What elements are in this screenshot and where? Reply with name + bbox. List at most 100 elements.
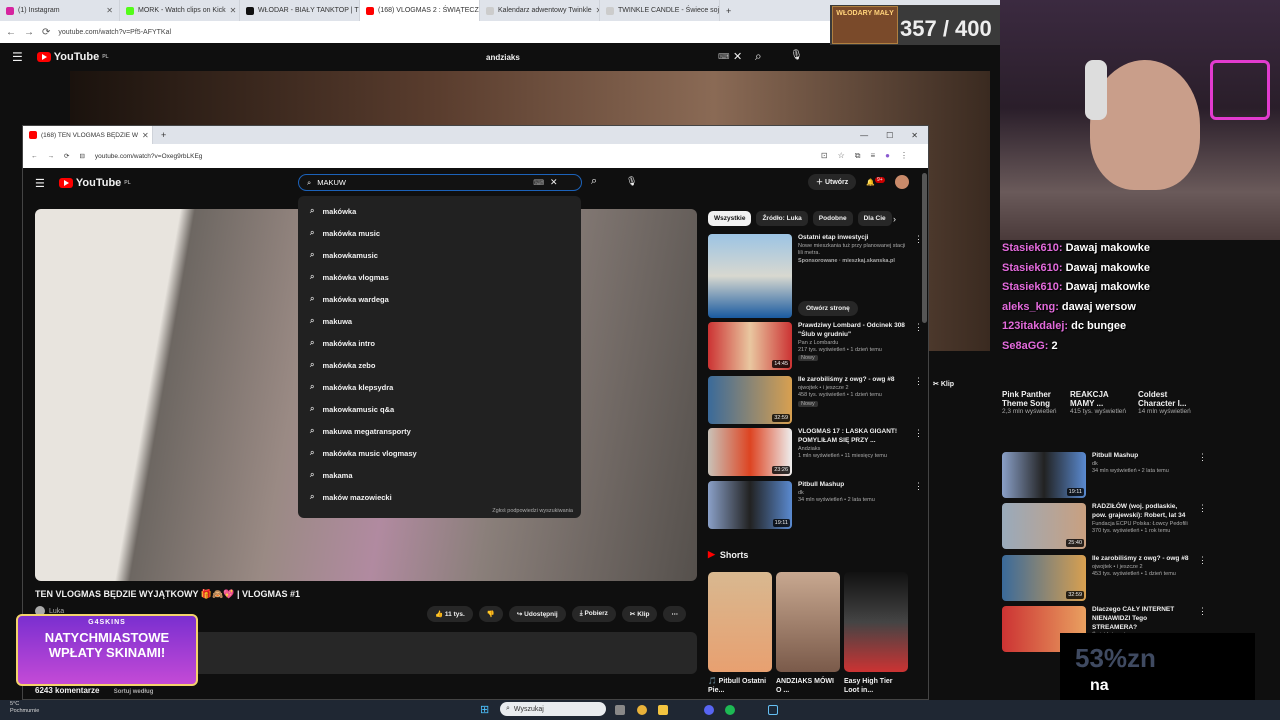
extensions-icon[interactable]: ⧉ (855, 151, 861, 161)
short-title[interactable]: ANDZIAKS MÓWI O ... (776, 677, 836, 695)
chips-next-icon[interactable]: › (893, 214, 896, 224)
new-tab-icon[interactable]: + (153, 130, 166, 140)
suggestion-item[interactable]: ⌕ makówka vlogmas (298, 266, 581, 288)
more-icon[interactable]: ⋮ (914, 481, 923, 529)
spotify-icon[interactable] (725, 705, 735, 715)
recommended-video[interactable]: 25:40 RADZIŁÓW (woj. podlaskie, pow. graj… (1002, 503, 1207, 549)
avatar[interactable] (894, 175, 909, 189)
close-window-icon[interactable]: ✕ (911, 131, 918, 140)
recommended-video[interactable]: 32:59 Ile zarobiliśmy z owg? - owg #8 ojwo… (708, 376, 923, 424)
video-title[interactable]: Pink Panther Theme Song (1002, 390, 1060, 408)
video-card[interactable]: REAKCJA MAMY ... 415 tys. wyświetleń (1070, 390, 1128, 415)
site-info-icon[interactable]: ⊟ (79, 152, 84, 160)
channel-name[interactable]: dk (798, 490, 875, 497)
discord-icon[interactable] (704, 705, 714, 715)
suggestion-item[interactable]: ⌕ makuwa (298, 310, 581, 332)
video-title[interactable]: RADZIŁÓW (woj. podlaskie, pow. grajewski… (1092, 503, 1192, 521)
new-tab-icon[interactable]: + (720, 6, 731, 16)
channel-name[interactable]: ojwojtek • i jeszcze 2 (798, 385, 894, 392)
menu-icon[interactable]: ☰ (12, 50, 23, 64)
more-icon[interactable]: ⋮ (1198, 555, 1207, 601)
mic-icon[interactable]: 🎙 (790, 50, 803, 61)
forward-icon[interactable]: → (24, 27, 34, 38)
suggestion-item[interactable]: ⌕ makama (298, 464, 581, 486)
channel-name[interactable]: dk (1092, 461, 1169, 468)
suggestion-item[interactable]: ⌕ makówka music vlogmasy (298, 442, 581, 464)
recommended-video[interactable]: 23:26 VLOGMAS 17 : LASKA GIGANT! POMYLIŁA… (708, 428, 923, 476)
more-icon[interactable]: ⋮ (914, 428, 923, 476)
mic-icon[interactable]: 🎙 (626, 176, 637, 187)
more-icon[interactable]: ⋮ (914, 376, 923, 424)
recommended-video[interactable]: 19:11 Pitbull Mashup dk 34 mln wyświetleń •… (1002, 452, 1207, 498)
outer-tab[interactable]: TWINKLE CANDLE - Świece soj✕ (600, 0, 720, 21)
youtube-logo[interactable]: YouTube PL (36, 51, 109, 63)
search-icon[interactable]: ⌕ (755, 49, 762, 64)
video-thumbnail[interactable]: 14:45 (708, 322, 792, 370)
suggestion-item[interactable]: ⌕ makówka (298, 200, 581, 222)
inner-tab[interactable]: (168) TEN VLOGMAS BĘDZIE W ✕ (23, 126, 153, 144)
channel-name[interactable]: Pan z Lombardu (798, 340, 908, 347)
video-title[interactable]: Pitbull Mashup (798, 481, 875, 490)
suggestion-item[interactable]: ⌕ maków mazowiecki (298, 486, 581, 508)
create-button[interactable]: ＋ Utwórz (808, 174, 857, 190)
steam-icon[interactable] (768, 705, 778, 715)
keyboard-icon[interactable]: ⌨ (533, 178, 544, 187)
profile-icon[interactable]: ● (885, 151, 890, 161)
start-icon[interactable]: ⊞ (480, 703, 489, 716)
reload-icon[interactable]: ⟳ (42, 27, 50, 38)
close-tab-icon[interactable]: ✕ (230, 6, 237, 15)
outer-search-input[interactable]: andziaks (476, 48, 746, 66)
explorer-icon[interactable] (658, 705, 668, 715)
more-icon[interactable]: ⋮ (1198, 503, 1207, 549)
suggestion-item[interactable]: ⌕ makówka zebo (298, 354, 581, 376)
channel-name[interactable]: Andziaks (798, 446, 908, 453)
more-actions-icon[interactable]: ⋯ (663, 606, 686, 622)
search-button-icon[interactable]: ⌕ (591, 175, 597, 188)
recommended-video[interactable]: 14:45 Prawdziwy Lombard - Odcinek 308 "Śl… (708, 322, 923, 370)
dislike-button[interactable]: 👎 (478, 606, 503, 622)
suggestion-item[interactable]: ⌕ makowkamusic (298, 244, 581, 266)
ad-thumbnail[interactable] (708, 234, 792, 318)
video-thumbnail[interactable]: 19:11 (1002, 452, 1086, 498)
ad-cta-button[interactable]: Otwórz stronę (798, 301, 858, 316)
more-icon[interactable]: ⋮ (1198, 452, 1207, 498)
video-thumbnail[interactable]: 23:26 (708, 428, 792, 476)
taskbar-search[interactable]: ⌕ Wyszukaj (500, 702, 606, 716)
media-icon[interactable]: ≡ (870, 151, 875, 161)
close-tab-icon[interactable]: ✕ (106, 6, 113, 15)
outer-tab[interactable]: Kalendarz adwentowy Twinkle✕ (480, 0, 600, 21)
outer-tab[interactable]: WŁODAR - BIAŁY TANKTOP | T✕ (240, 0, 360, 21)
suggestion-item[interactable]: ⌕ makowkamusic q&a (298, 398, 581, 420)
share-button[interactable]: ↪ Udostępnij (508, 606, 566, 622)
maximize-icon[interactable]: ☐ (886, 131, 893, 140)
more-icon[interactable]: ⋮ (900, 151, 908, 161)
close-tab-icon[interactable]: ✕ (142, 131, 149, 140)
ad-title[interactable]: Ostatni etap inwestycji (798, 234, 908, 243)
channel-name[interactable]: ojwojtek • i jeszcze 2 (1092, 564, 1188, 571)
video-title[interactable]: REAKCJA MAMY ... (1070, 390, 1128, 408)
sort-button[interactable]: Sortuj według (114, 689, 154, 695)
inner-search-box[interactable]: ⌕ ⌨ ✕ (298, 174, 582, 191)
outer-clip-button[interactable]: ✂ Klip (933, 380, 954, 388)
suggestion-item[interactable]: ⌕ makówka intro (298, 332, 581, 354)
suggestion-item[interactable]: ⌕ makówka music (298, 222, 581, 244)
recommended-video[interactable]: 32:59 Ile zarobiliśmy z owg? - owg #8 ojwo… (1002, 555, 1207, 601)
filter-chip[interactable]: Dla Cie (857, 211, 892, 226)
scrollbar[interactable] (922, 173, 927, 323)
outer-tab[interactable]: (1) Instagram ✕ (0, 0, 120, 21)
channel-name[interactable]: Fundacja ECPU Polska: Łowcy Pedofili (1092, 521, 1192, 528)
outer-tab[interactable]: MORK - Watch clips on Kick ✕ (120, 0, 240, 21)
suggestion-item[interactable]: ⌕ makówka klepsydra (298, 376, 581, 398)
keyboard-icon[interactable]: ⌨ (718, 52, 730, 61)
video-thumbnail[interactable]: 19:11 (708, 481, 792, 529)
filter-chip[interactable]: Wszystkie (708, 211, 752, 226)
back-icon[interactable]: ← (6, 27, 16, 38)
forward-icon[interactable]: → (48, 153, 55, 160)
short-title[interactable]: 🎵 Pitbull Ostatni Pie... (708, 677, 768, 695)
filter-chip[interactable]: Źródło: Luka (756, 211, 808, 226)
taskview-icon[interactable] (615, 705, 625, 715)
video-title[interactable]: Dlaczego CAŁY INTERNET NIENAWIDZI Tego S… (1092, 606, 1192, 632)
video-title[interactable]: VLOGMAS 17 : LASKA GIGANT! POMYLIŁAM SIĘ… (798, 428, 908, 446)
short-title[interactable]: Easy High Tier Loot in... (844, 677, 904, 695)
like-button[interactable]: 👍 11 tys. (427, 606, 473, 622)
